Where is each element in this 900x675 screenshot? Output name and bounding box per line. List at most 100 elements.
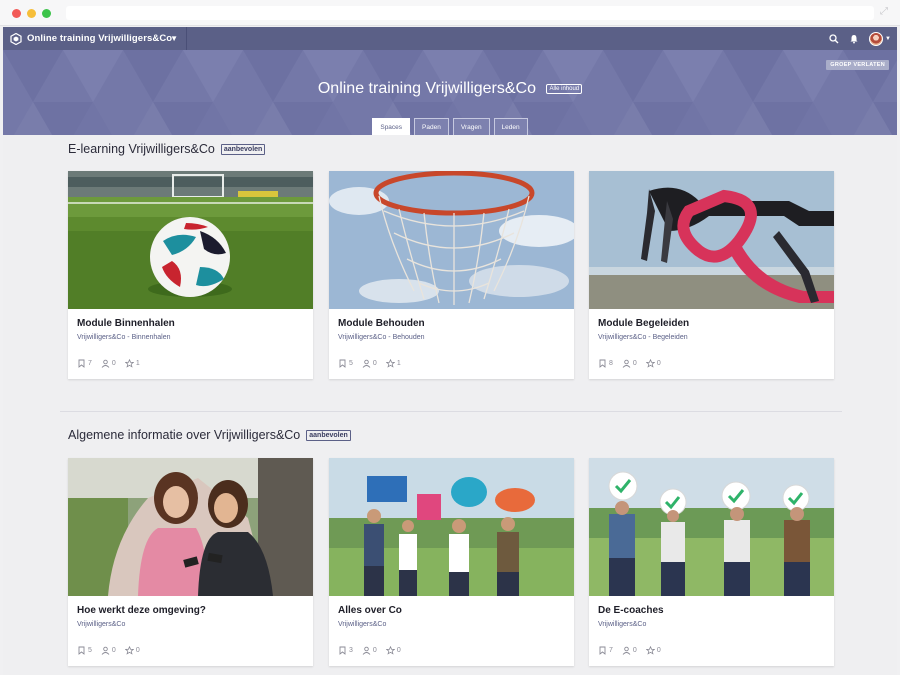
recommended-badge: aanbevolen — [220, 143, 266, 155]
card-title[interactable]: Module Behouden — [338, 318, 425, 329]
tab-spaces[interactable]: Spaces — [372, 118, 411, 135]
pages-stat: 5 — [338, 359, 353, 368]
fullscreen-icon[interactable]: ⤢ — [880, 7, 890, 17]
pages-stat: 7 — [77, 359, 92, 368]
space-card[interactable]: Module Binnenhalen Vrijwilligers&Co - Bi… — [68, 171, 313, 379]
group-name: Online training Vrijwilligers&Co — [27, 33, 173, 44]
browser-chrome: ⤢ — [0, 0, 900, 26]
space-card[interactable]: Alles over Co Vrijwilligers&Co 3 0 0 — [329, 458, 574, 666]
leave-group-button[interactable]: GROEP VERLATEN — [826, 60, 889, 70]
bookmark-icon — [78, 359, 85, 368]
hexagon-logo-icon — [10, 32, 22, 45]
star-icon — [124, 646, 134, 655]
space-card[interactable]: Module Begeleiden Vrijwilligers&Co - Beg… — [589, 171, 834, 379]
pages-stat: 8 — [598, 359, 613, 368]
maximize-window-button[interactable] — [42, 9, 51, 18]
card-image-people-checkmark-signs — [589, 458, 834, 596]
card-subtitle[interactable]: Vrijwilligers&Co — [338, 621, 386, 628]
star-icon — [124, 359, 134, 368]
section-divider — [60, 411, 842, 412]
stars-stat: 0 — [645, 359, 661, 368]
avatar-chevron-down-icon[interactable]: ▼ — [885, 36, 891, 42]
bell-icon[interactable] — [849, 34, 859, 44]
members-stat: 0 — [362, 646, 377, 655]
card-subtitle[interactable]: Vrijwilligers&Co - Begeleiden — [598, 334, 688, 341]
card-title[interactable]: Module Begeleiden — [598, 318, 689, 329]
space-card[interactable]: De E-coaches Vrijwilligers&Co 7 0 0 — [589, 458, 834, 666]
group-banner: GROEP VERLATEN Online training Vrijwilli… — [3, 50, 897, 135]
tab-vragen[interactable]: Vragen — [452, 118, 490, 135]
card-image-basketball-hoop — [329, 171, 574, 309]
card-stats: 3 0 0 — [338, 646, 401, 655]
user-icon — [362, 646, 371, 655]
members-stat: 0 — [622, 646, 637, 655]
bookmark-icon — [599, 646, 606, 655]
card-stats: 8 0 0 — [598, 359, 661, 368]
members-stat: 0 — [622, 359, 637, 368]
tab-paden[interactable]: Paden — [414, 118, 449, 135]
card-title[interactable]: De E-coaches — [598, 605, 664, 616]
members-stat: 0 — [101, 359, 116, 368]
members-stat: 0 — [362, 359, 377, 368]
user-icon — [101, 359, 110, 368]
main-content: E-learning Vrijwilligers&Co aanbevolen M… — [3, 135, 897, 675]
page-title: Online training Vrijwilligers&Co — [317, 80, 536, 97]
bookmark-icon — [599, 359, 606, 368]
user-icon — [362, 359, 371, 368]
star-icon — [645, 359, 655, 368]
stars-stat: 0 — [124, 646, 140, 655]
star-icon — [645, 646, 655, 655]
group-tabs: Spaces Paden Vragen Leden — [3, 118, 897, 135]
chevron-down-icon: ▼ — [170, 34, 178, 43]
top-navigation: Online training Vrijwilligers&Co ▼ ▼ — [3, 27, 897, 50]
card-stats: 7 0 0 — [598, 646, 661, 655]
stars-stat: 0 — [645, 646, 661, 655]
user-icon — [622, 646, 631, 655]
address-bar[interactable] — [66, 6, 874, 20]
space-card[interactable]: Hoe werkt deze omgeving? Vrijwilligers&C… — [68, 458, 313, 666]
card-stats: 5 0 1 — [338, 359, 401, 368]
stars-stat: 0 — [385, 646, 401, 655]
group-switcher[interactable]: Online training Vrijwilligers&Co ▼ — [3, 27, 187, 50]
bookmark-icon — [339, 646, 346, 655]
user-icon — [101, 646, 110, 655]
card-title[interactable]: Hoe werkt deze omgeving? — [77, 605, 206, 616]
card-subtitle[interactable]: Vrijwilligers&Co — [77, 621, 125, 628]
card-image-soccer-ball — [68, 171, 313, 309]
nav-actions: ▼ — [829, 27, 891, 50]
banner-title-row: Online training Vrijwilligers&Co Alle in… — [3, 80, 897, 98]
card-stats: 5 0 0 — [77, 646, 140, 655]
card-image-girls-with-phones — [68, 458, 313, 596]
card-image-bicycle-handlebar — [589, 171, 834, 309]
close-window-button[interactable] — [12, 9, 21, 18]
bookmark-icon — [339, 359, 346, 368]
pages-stat: 5 — [77, 646, 92, 655]
user-avatar[interactable] — [869, 31, 884, 46]
card-subtitle[interactable]: Vrijwilligers&Co — [598, 621, 646, 628]
space-card[interactable]: Module Behouden Vrijwilligers&Co - Behou… — [329, 171, 574, 379]
section-title-elearning: E-learning Vrijwilligers&Co aanbevolen — [68, 142, 266, 156]
card-title[interactable]: Module Binnenhalen — [77, 318, 175, 329]
card-subtitle[interactable]: Vrijwilligers&Co - Binnenhalen — [77, 334, 171, 341]
stars-stat: 1 — [124, 359, 140, 368]
recommended-badge: aanbevolen — [306, 429, 351, 441]
section-heading: E-learning Vrijwilligers&Co — [68, 142, 215, 156]
card-stats: 7 0 1 — [77, 359, 140, 368]
star-icon — [385, 646, 395, 655]
pages-stat: 3 — [338, 646, 353, 655]
star-icon — [385, 359, 395, 368]
all-content-badge[interactable]: Alle inhoud — [546, 84, 583, 94]
card-image-people-speech-bubbles — [329, 458, 574, 596]
stars-stat: 1 — [385, 359, 401, 368]
card-subtitle[interactable]: Vrijwilligers&Co - Behouden — [338, 334, 425, 341]
card-title[interactable]: Alles over Co — [338, 605, 402, 616]
members-stat: 0 — [101, 646, 116, 655]
user-icon — [622, 359, 631, 368]
minimize-window-button[interactable] — [27, 9, 36, 18]
search-icon[interactable] — [829, 33, 839, 44]
section-heading: Algemene informatie over Vrijwilligers&C… — [68, 428, 301, 442]
tab-leden[interactable]: Leden — [493, 118, 528, 135]
browser-window: ⤢ Online training Vrijwilligers&Co ▼ ▼ G… — [0, 0, 900, 675]
section-title-general-info: Algemene informatie over Vrijwilligers&C… — [68, 428, 351, 442]
pages-stat: 7 — [598, 646, 613, 655]
